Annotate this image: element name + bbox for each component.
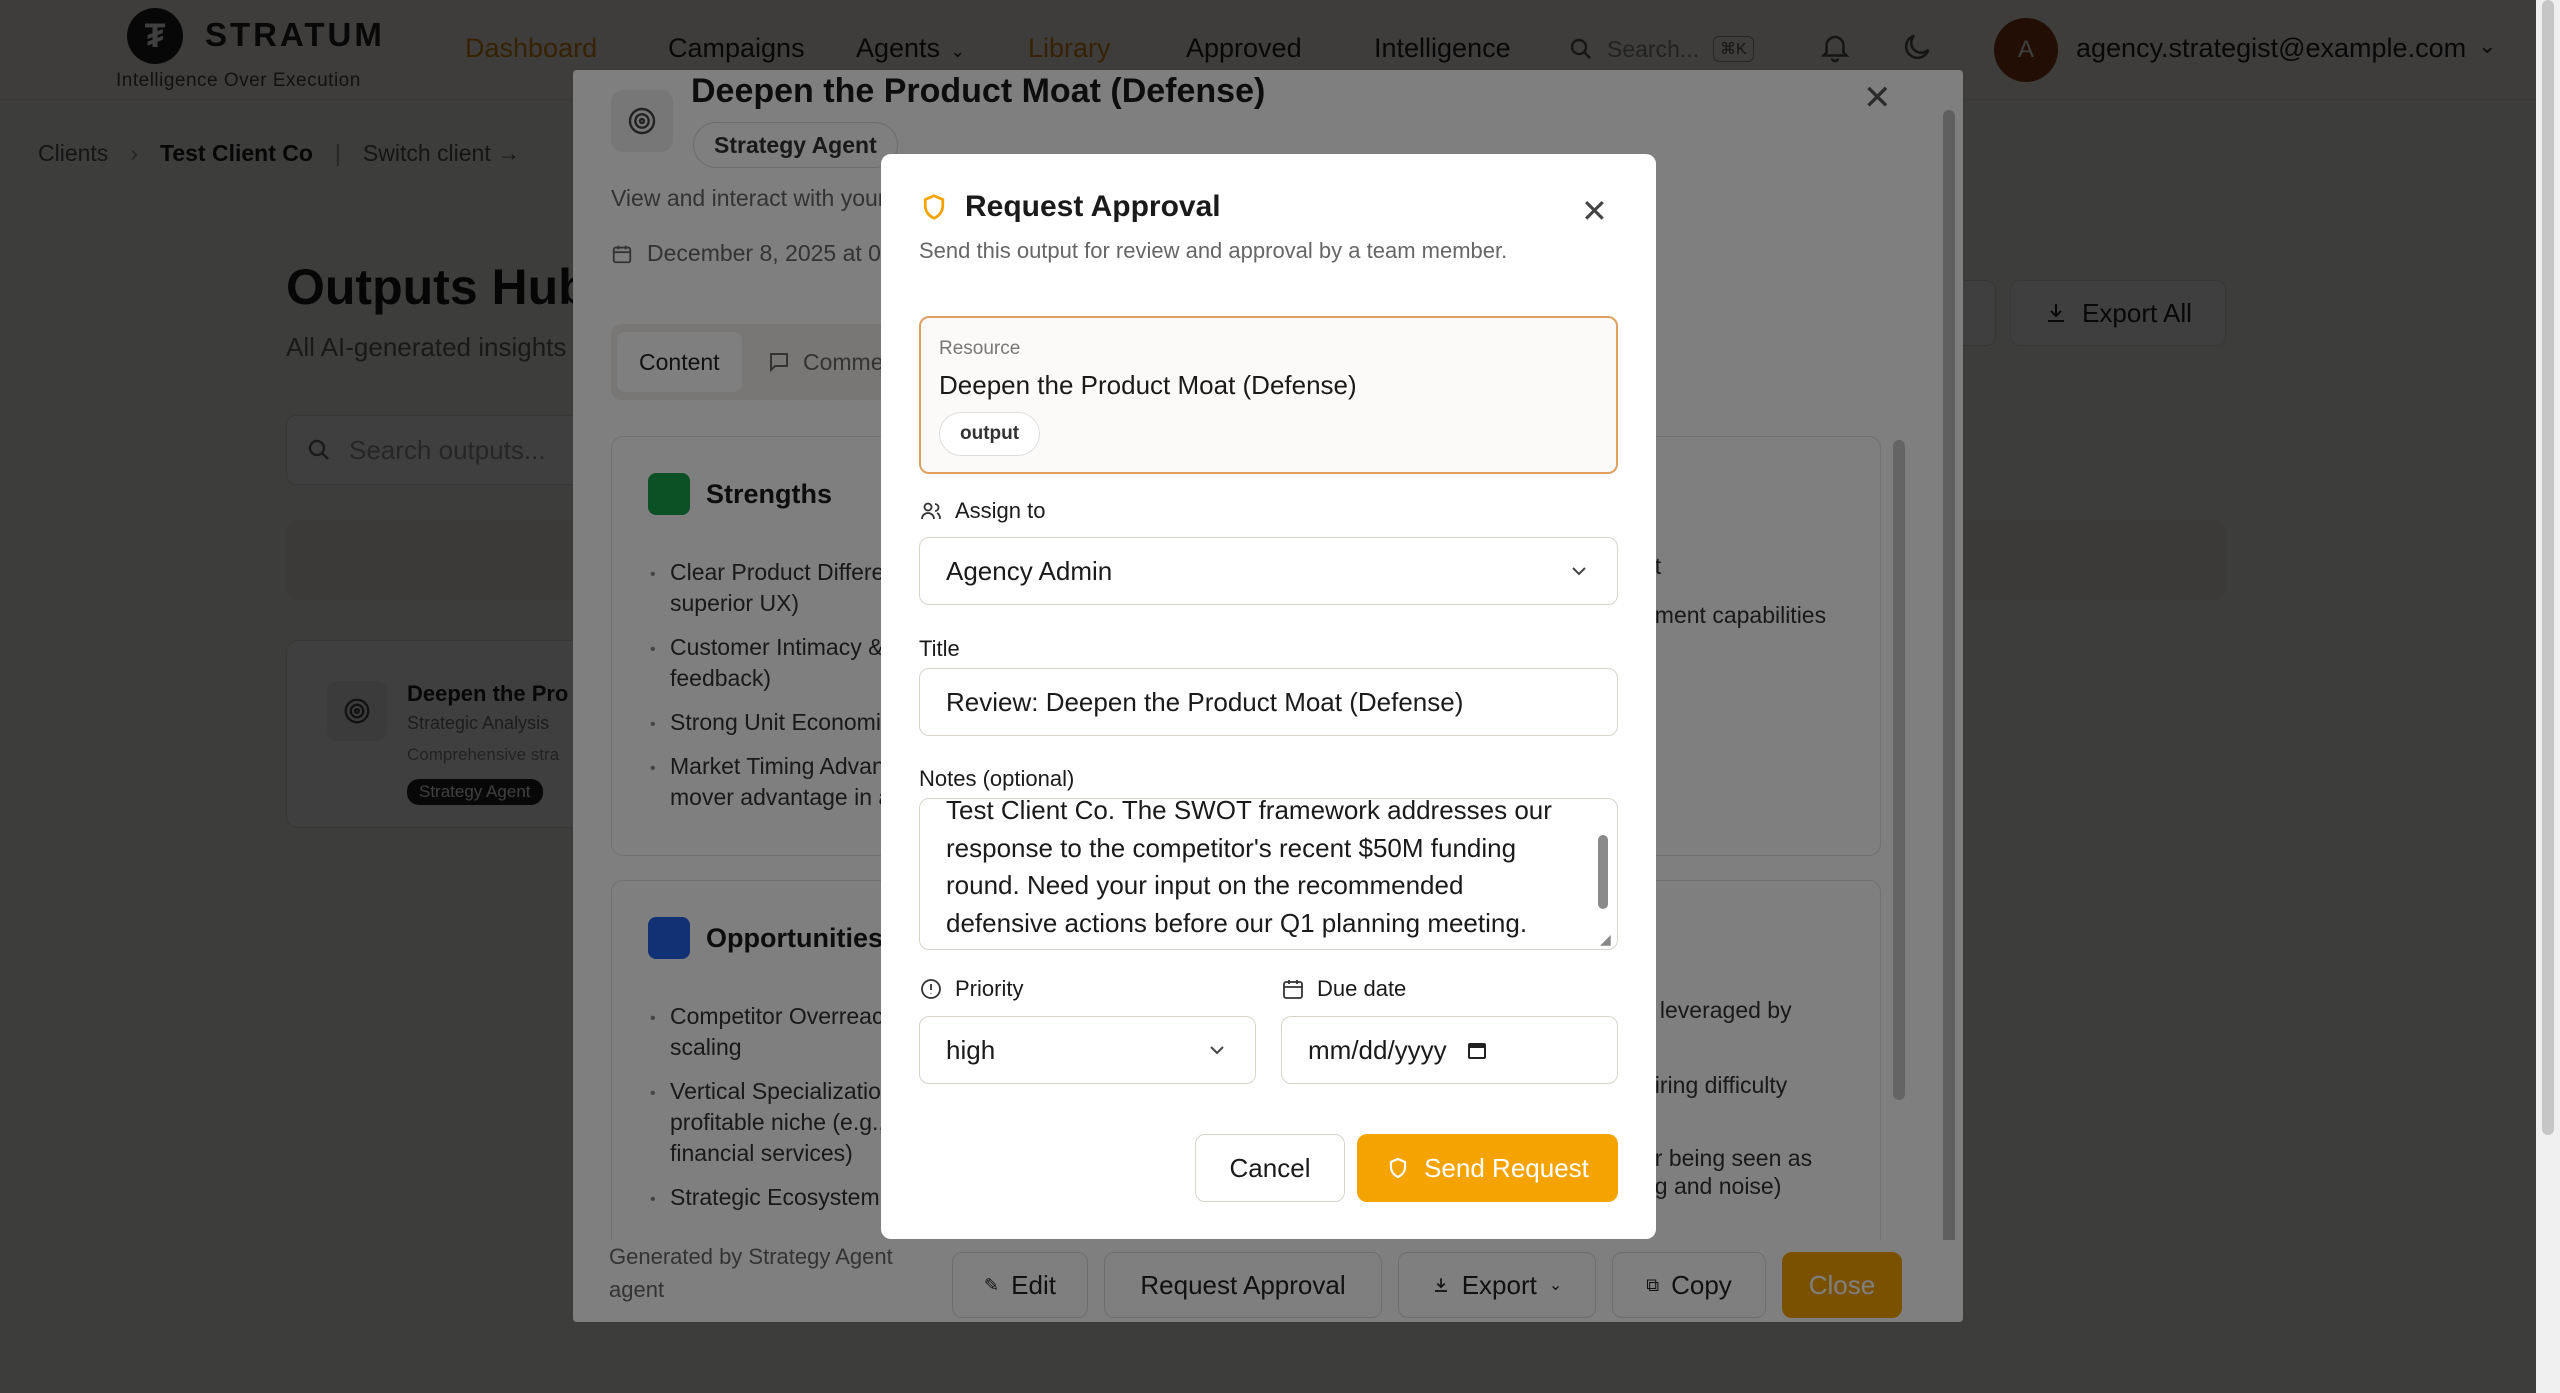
title-value: Review: Deepen the Product Moat (Defense… (946, 686, 1464, 717)
due-date-label-text: Due date (1317, 976, 1407, 1001)
due-date-input[interactable]: mm/dd/yyyy (1281, 1016, 1618, 1084)
scrollbar[interactable] (1598, 835, 1608, 909)
priority-select[interactable]: high (919, 1016, 1256, 1084)
priority-value: high (946, 1034, 996, 1065)
due-date-placeholder: mm/dd/yyyy (1308, 1034, 1447, 1065)
priority-label-text: Priority (955, 976, 1024, 1001)
dialog-subtitle: Send this output for review and approval… (919, 238, 1508, 263)
request-approval-dialog: Request Approval ✕ Send this output for … (881, 154, 1656, 1239)
resource-name: Deepen the Product Moat (Defense) (939, 370, 1357, 400)
send-request-button[interactable]: Send Request (1357, 1134, 1618, 1202)
chevron-down-icon (1210, 1046, 1224, 1055)
priority-label: Priority (919, 976, 1023, 1002)
dialog-title: Request Approval (965, 190, 1221, 223)
page-scrollbar[interactable] (2536, 0, 2560, 1393)
resource-card: Resource Deepen the Product Moat (Defens… (919, 316, 1618, 474)
title-label: Title (919, 636, 960, 661)
assign-label-text: Assign to (955, 498, 1046, 523)
alert-circle-icon (921, 979, 941, 999)
assign-value: Agency Admin (946, 555, 1113, 586)
resource-type-badge: output (939, 412, 1041, 456)
resize-handle-icon[interactable]: ◢ (1600, 931, 1611, 948)
notes-value: Test Client Co. The SWOT framework addre… (946, 798, 1552, 938)
assign-select[interactable]: Agency Admin (919, 537, 1618, 605)
scrollbar-thumb[interactable] (2542, 0, 2554, 1135)
dialog-header: Request Approval (919, 190, 1221, 224)
users-icon (921, 502, 941, 520)
notes-textarea[interactable]: Test Client Co. The SWOT framework addre… (919, 798, 1618, 950)
resource-label: Resource (939, 338, 1021, 359)
close-icon[interactable]: ✕ (1581, 192, 1608, 230)
shield-icon (1389, 1157, 1407, 1179)
cancel-button[interactable]: Cancel (1195, 1134, 1345, 1202)
due-date-label: Due date (1281, 976, 1406, 1002)
title-input[interactable]: Review: Deepen the Product Moat (Defense… (919, 668, 1618, 736)
calendar-icon (1283, 980, 1303, 999)
chevron-down-icon (1572, 567, 1586, 576)
send-request-label: Send Request (1424, 1152, 1589, 1183)
calendar-icon[interactable] (1465, 1038, 1489, 1062)
notes-label: Notes (optional) (919, 766, 1075, 791)
shield-icon (923, 194, 945, 220)
assign-label: Assign to (919, 498, 1046, 524)
